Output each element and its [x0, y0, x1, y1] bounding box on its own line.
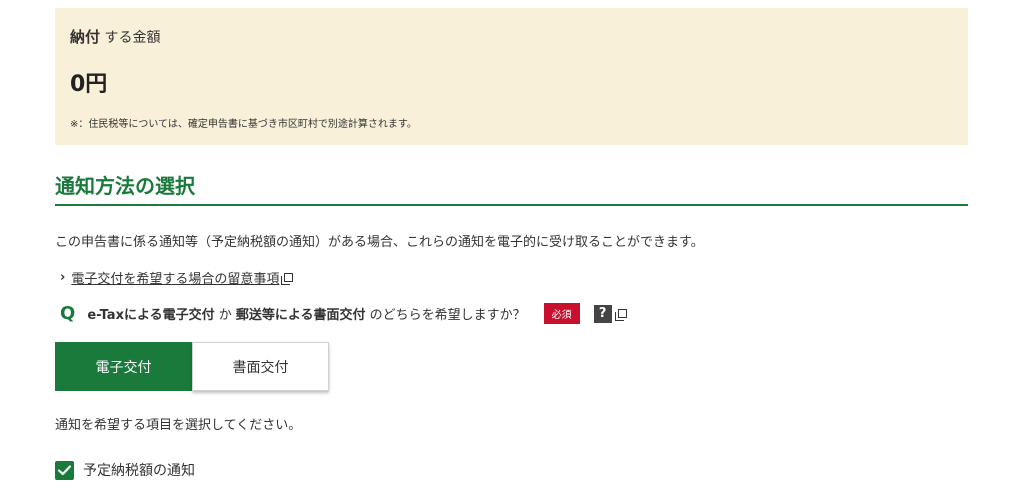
notes-link-text[interactable]: 電子交付を希望する場合の留意事項 [71, 268, 279, 287]
notes-link[interactable]: › 電子交付を希望する場合の留意事項 [60, 268, 294, 287]
payment-label: 納付 する金額 [70, 26, 160, 47]
checkbox[interactable] [55, 460, 74, 480]
chevron-right-icon: › [60, 270, 66, 285]
help-icon[interactable]: ? [593, 304, 612, 323]
payment-label-bold: 納付 [70, 28, 101, 46]
checkbox-label: 予定納税額の通知 [83, 463, 195, 479]
payment-amount: 0円 [70, 72, 108, 97]
select-prompt: 通知を希望する項目を選択してください。 [55, 418, 302, 433]
required-badge: 必須 [543, 303, 580, 324]
payment-summary-box: 納付 する金額 0円 ※：住民税等については、確定申告書に基づき市区町村で別途計… [55, 8, 968, 145]
delivery-method-toggle: 電子交付 書面交付 [55, 342, 329, 391]
electronic-delivery-button[interactable]: 電子交付 [55, 342, 192, 391]
new-window-icon[interactable] [614, 309, 627, 321]
notification-checkbox-row[interactable]: 予定納税額の通知 [55, 460, 195, 480]
new-window-icon [281, 273, 294, 285]
question-text: e-Taxによる電子交付 か 郵送等による書面交付 のどちらを希望しますか？ [87, 304, 525, 323]
payment-note: ※：住民税等については、確定申告書に基づき市区町村で別途計算されます。 [70, 119, 417, 130]
question-part4: のどちらを希望しますか？ [365, 308, 526, 323]
checkmark-icon [58, 464, 71, 475]
section-title: 通知方法の選択 [55, 174, 195, 198]
question-part2: か [214, 308, 236, 323]
payment-label-rest: する金額 [100, 30, 161, 46]
question-mark-label: Q [60, 303, 76, 324]
delivery-question: Q e-Taxによる電子交付 か 郵送等による書面交付 のどちらを希望しますか？… [60, 303, 627, 324]
question-part1: e-Taxによる電子交付 [87, 308, 215, 323]
question-part3: 郵送等による書面交付 [235, 308, 366, 323]
section-divider [55, 204, 968, 206]
paper-delivery-button[interactable]: 書面交付 [192, 342, 329, 391]
intro-text: この申告書に係る通知等（予定納税額の通知）がある場合、これらの通知を電子的に受け… [55, 235, 704, 250]
